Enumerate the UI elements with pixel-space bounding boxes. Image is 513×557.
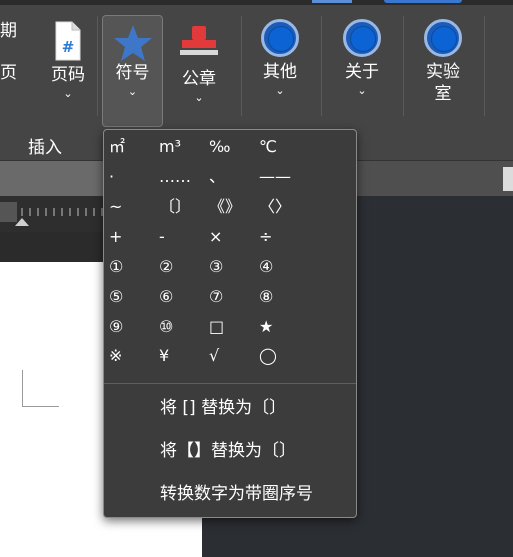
horizontal-ruler[interactable] xyxy=(0,196,104,232)
star-icon xyxy=(113,25,152,61)
symbol-item[interactable]: ◯ xyxy=(259,346,277,366)
insert-group-label: 插入 xyxy=(28,138,62,158)
partial-date-label: 期 xyxy=(0,21,17,41)
menu-separator xyxy=(104,383,356,384)
other-label: 其他 xyxy=(263,62,297,82)
svg-text:#: # xyxy=(62,38,75,56)
symbol-item[interactable]: + xyxy=(109,227,122,247)
ribbon-separator xyxy=(403,16,404,116)
symbol-label: 符号 xyxy=(115,63,150,83)
symbol-item[interactable]: ⑩ xyxy=(159,317,173,337)
symbol-item[interactable]: —— xyxy=(259,167,291,187)
symbol-item[interactable]: ② xyxy=(159,257,173,277)
symbol-item[interactable]: ④ xyxy=(259,257,273,277)
symbol-item[interactable]: 、 xyxy=(209,167,225,187)
symbol-item[interactable]: ⑧ xyxy=(259,287,273,307)
symbol-item[interactable]: ※ xyxy=(109,346,122,366)
symbol-item[interactable]: ㎡ xyxy=(109,137,125,157)
partial-page-label: 页 xyxy=(0,63,17,83)
symbol-item[interactable]: · xyxy=(109,167,114,187)
symbol-item[interactable]: 〔〕 xyxy=(159,197,191,217)
chevron-down-icon: ⌄ xyxy=(127,85,138,98)
ribbon-separator xyxy=(241,16,242,116)
symbol-item[interactable]: √ xyxy=(209,346,219,366)
symbol-item[interactable]: ~ xyxy=(109,197,122,217)
seal-button[interactable]: 公章 ⌄ xyxy=(172,24,226,104)
convert-circled-numbers-item[interactable]: 转换数字为带圈序号 xyxy=(160,483,313,505)
lab-label: 实验室 xyxy=(426,62,460,104)
blue-circle-icon xyxy=(261,19,299,57)
chevron-down-icon: ⌄ xyxy=(357,84,367,97)
symbol-item[interactable]: ¥ xyxy=(159,346,169,366)
blue-circle-icon xyxy=(424,19,462,57)
symbol-item[interactable]: ① xyxy=(109,257,123,277)
symbol-item[interactable]: ⑥ xyxy=(159,287,173,307)
symbol-item[interactable]: ⑨ xyxy=(109,317,123,337)
symbol-item[interactable]: □ xyxy=(209,317,224,337)
replace-square-brackets-item[interactable]: 将 [] 替换为〔〕 xyxy=(160,397,286,419)
symbol-item[interactable]: - xyxy=(159,227,165,247)
ribbon-separator xyxy=(484,16,485,116)
toolbar-edge-button[interactable] xyxy=(503,167,513,191)
page-number-label: 页码 xyxy=(51,65,85,85)
symbol-item[interactable]: 〈〉 xyxy=(259,197,291,217)
symbol-item[interactable]: × xyxy=(209,227,222,247)
page-number-button[interactable]: # 页码 ⌄ xyxy=(44,20,92,100)
chevron-down-icon: ⌄ xyxy=(194,91,204,104)
ribbon-separator xyxy=(97,16,98,116)
toolbar-segment xyxy=(0,161,104,196)
partial-date-button[interactable]: 期 xyxy=(0,20,22,42)
symbol-item[interactable]: ÷ xyxy=(259,227,272,247)
ruler-ticks xyxy=(15,208,103,226)
symbol-item[interactable]: ⑤ xyxy=(109,287,123,307)
lab-button[interactable]: 实验室 xyxy=(414,19,472,105)
tab-indicator-active xyxy=(384,0,462,3)
about-label: 关于 xyxy=(345,62,379,82)
symbol-item[interactable]: ⑦ xyxy=(209,287,223,307)
page-number-icon: # xyxy=(55,21,81,61)
seal-label: 公章 xyxy=(182,69,216,89)
about-button[interactable]: 关于 ⌄ xyxy=(335,19,389,97)
symbol-item[interactable]: ‰ xyxy=(209,137,230,157)
symbol-item[interactable]: …… xyxy=(159,167,191,187)
blue-circle-icon xyxy=(343,19,381,57)
page-top-gap xyxy=(0,232,104,262)
chevron-down-icon: ⌄ xyxy=(275,84,285,97)
symbol-item[interactable]: ③ xyxy=(209,257,223,277)
symbol-item[interactable]: ℃ xyxy=(259,137,277,157)
symbol-dropdown-menu: ㎡ m³ ‰ ℃ · …… 、 —— ~ 〔〕 《》 〈〉 + - × ÷ ① … xyxy=(103,129,357,518)
page-margin-corner-mark xyxy=(22,370,59,407)
symbol-item[interactable]: 《》 xyxy=(209,197,241,217)
replace-lenticular-brackets-item[interactable]: 将【】替换为〔〕 xyxy=(160,440,296,462)
other-button[interactable]: 其他 ⌄ xyxy=(253,19,307,97)
seal-stamp-icon xyxy=(180,26,218,55)
partial-page-button[interactable]: 页 xyxy=(0,62,22,84)
ribbon-separator xyxy=(321,16,322,116)
tab-indicator xyxy=(312,0,352,3)
symbol-item[interactable]: m³ xyxy=(159,137,181,157)
symbol-item[interactable]: ★ xyxy=(259,317,273,337)
chevron-down-icon: ⌄ xyxy=(63,87,73,100)
symbol-button[interactable]: 符号 ⌄ xyxy=(102,15,163,127)
